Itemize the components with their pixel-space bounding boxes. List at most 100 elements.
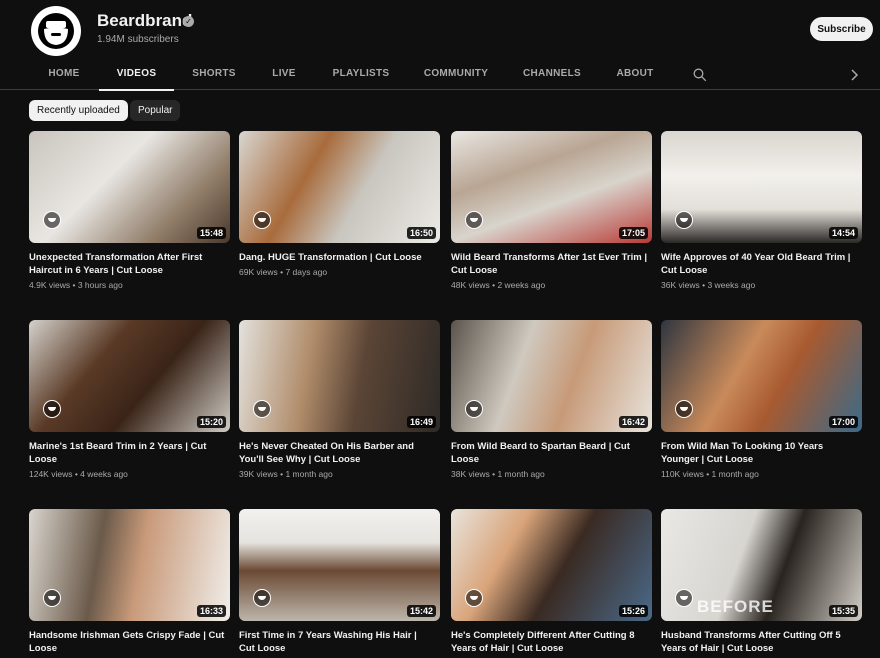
video-card[interactable]: 17:05 Wild Beard Transforms After 1st Ev… [451,131,652,290]
video-title[interactable]: Dang. HUGE Transformation | Cut Loose [239,251,435,264]
duration-badge: 16:50 [406,227,436,239]
video-title[interactable]: He's Never Cheated On His Barber and You… [239,440,435,466]
video-title[interactable]: First Time in 7 Years Washing His Hair |… [239,629,435,655]
upload-age: 3 hours ago [77,280,123,290]
video-card[interactable]: 17:00 From Wild Man To Looking 10 Years … [661,320,862,479]
subscriber-count: 1.94M subscribers [97,34,179,45]
upload-age: 1 month ago [711,469,759,479]
upload-age: 1 month ago [285,469,333,479]
view-count: 69K views [239,267,278,277]
video-meta: 36K views • 3 weeks ago [661,280,756,290]
beardbrand-watermark-icon [465,400,483,418]
upload-age: 4 weeks ago [80,469,128,479]
video-title[interactable]: Wild Beard Transforms After 1st Ever Tri… [451,251,647,277]
view-count: 38K views [451,469,490,479]
duration-badge: 15:48 [196,227,226,239]
duration-badge: 15:42 [406,605,436,617]
duration-badge: 15:20 [196,416,226,428]
beardbrand-watermark-icon [253,589,271,607]
beardbrand-watermark-icon [43,400,61,418]
tab-community[interactable]: COMMUNITY [413,60,499,89]
beardbrand-watermark-icon [253,400,271,418]
upload-age: 1 month ago [497,469,545,479]
duration-badge: 15:35 [828,605,858,617]
video-thumbnail[interactable]: BEFORE 15:35 [661,509,862,621]
subscribe-button[interactable]: Subscribe [810,17,873,41]
video-meta: 4.9K views • 3 hours ago [29,280,123,290]
tab-playlists[interactable]: PLAYLISTS [323,60,399,89]
duration-badge: 14:54 [828,227,858,239]
video-thumbnail[interactable]: 15:42 [239,509,440,621]
video-title[interactable]: From Wild Beard to Spartan Beard | Cut L… [451,440,647,466]
video-meta: 124K views • 4 weeks ago [29,469,128,479]
view-count: 110K views [661,469,704,479]
video-title[interactable]: Handsome Irishman Gets Crispy Fade | Cut… [29,629,225,655]
upload-age: 7 days ago [285,267,328,277]
video-title[interactable]: He's Completely Different After Cutting … [451,629,647,655]
tab-live[interactable]: LIVE [258,60,310,89]
tab-channels[interactable]: CHANNELS [514,60,590,89]
video-card[interactable]: 16:42 From Wild Beard to Spartan Beard |… [451,320,652,479]
tab-videos[interactable]: VIDEOS [99,60,174,91]
video-card[interactable]: BEFORE 15:35 Husband Transforms After Cu… [661,509,862,655]
video-thumbnail[interactable]: 15:26 [451,509,652,621]
video-card[interactable]: 15:20 Marine's 1st Beard Trim in 2 Years… [29,320,230,479]
video-card[interactable]: 15:26 He's Completely Different After Cu… [451,509,652,655]
channel-header: Beardbrand ✓ 1.94M subscribers Subscribe [0,0,880,60]
chevron-right-icon[interactable] [848,68,860,82]
verified-check-icon: ✓ [183,16,194,27]
beardbrand-watermark-icon [43,589,61,607]
view-count: 36K views [661,280,700,290]
video-card[interactable]: 16:33 Handsome Irishman Gets Crispy Fade… [29,509,230,655]
video-meta: 110K views • 1 month ago [661,469,759,479]
search-icon[interactable] [693,68,707,82]
video-thumbnail[interactable]: 14:54 [661,131,862,243]
video-title[interactable]: From Wild Man To Looking 10 Years Younge… [661,440,857,466]
beardbrand-watermark-icon [675,589,693,607]
video-title[interactable]: Wife Approves of 40 Year Old Beard Trim … [661,251,857,277]
duration-badge: 15:26 [618,605,648,617]
channel-name[interactable]: Beardbrand [97,11,192,31]
filter-popular[interactable]: Popular [130,100,181,121]
video-meta: 69K views • 7 days ago [239,267,328,277]
video-title[interactable]: Marine's 1st Beard Trim in 2 Years | Cut… [29,440,225,466]
filter-recently-uploaded[interactable]: Recently uploaded [29,100,128,121]
view-count: 4.9K views [29,280,71,290]
beardbrand-watermark-icon [43,211,61,229]
video-thumbnail[interactable]: 15:20 [29,320,230,432]
video-card[interactable]: 16:49 He's Never Cheated On His Barber a… [239,320,440,479]
duration-badge: 16:42 [618,416,648,428]
video-thumbnail[interactable]: 15:48 [29,131,230,243]
video-card[interactable]: 15:42 First Time in 7 Years Washing His … [239,509,440,655]
duration-badge: 16:33 [196,605,226,617]
video-thumbnail[interactable]: 16:42 [451,320,652,432]
video-card[interactable]: 14:54 Wife Approves of 40 Year Old Beard… [661,131,862,290]
beardbrand-watermark-icon [465,589,483,607]
beardbrand-watermark-icon [253,211,271,229]
view-count: 48K views [451,280,490,290]
thumbnail-before-text: BEFORE [697,597,774,616]
beardbrand-watermark-icon [465,211,483,229]
video-thumbnail[interactable]: 17:00 [661,320,862,432]
upload-age: 2 weeks ago [497,280,546,290]
video-thumbnail[interactable]: 16:50 [239,131,440,243]
video-thumbnail[interactable]: 16:49 [239,320,440,432]
beardbrand-watermark-icon [675,400,693,418]
tab-shorts[interactable]: SHORTS [184,60,244,89]
video-thumbnail[interactable]: 17:05 [451,131,652,243]
video-card[interactable]: 15:48 Unexpected Transformation After Fi… [29,131,230,290]
channel-tab-bar: HOME VIDEOS SHORTS LIVE PLAYLISTS COMMUN… [0,60,880,91]
video-thumbnail[interactable]: 16:33 [29,509,230,621]
video-card[interactable]: 16:50 Dang. HUGE Transformation | Cut Lo… [239,131,440,277]
video-meta: 39K views • 1 month ago [239,469,333,479]
view-count: 124K views [29,469,73,479]
channel-avatar[interactable] [31,6,81,56]
tab-about[interactable]: ABOUT [605,60,665,89]
video-title[interactable]: Husband Transforms After Cutting Off 5 Y… [661,629,857,655]
duration-badge: 16:49 [406,416,436,428]
beard-logo-icon [38,13,74,49]
video-title[interactable]: Unexpected Transformation After First Ha… [29,251,225,277]
duration-badge: 17:05 [618,227,648,239]
duration-badge: 17:00 [828,416,858,428]
tab-home[interactable]: HOME [35,60,93,89]
